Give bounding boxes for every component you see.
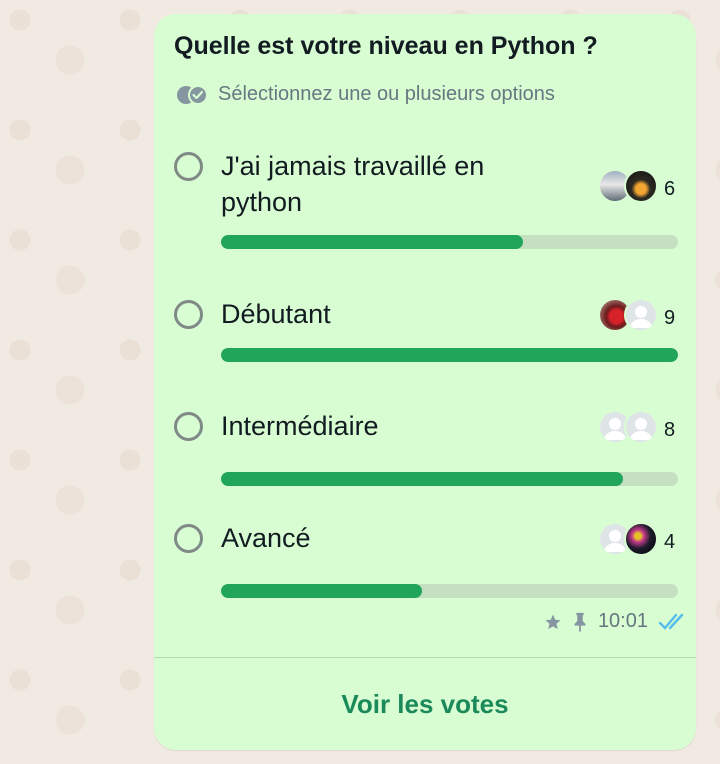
message-meta: 10:01 bbox=[544, 610, 688, 633]
pin-icon bbox=[572, 612, 588, 632]
option-radio[interactable] bbox=[174, 412, 203, 441]
double-check-circle-icon bbox=[176, 84, 210, 105]
option-label: Avancé bbox=[221, 523, 311, 553]
option-label: Débutant bbox=[221, 299, 331, 329]
option-progress-track bbox=[221, 348, 678, 362]
option-progress-fill bbox=[221, 235, 523, 249]
voter-avatars bbox=[598, 522, 660, 556]
option-vote-count: 4 bbox=[664, 531, 676, 553]
voter-avatars bbox=[598, 410, 660, 444]
voter-avatars bbox=[598, 298, 660, 332]
option-vote-count: 8 bbox=[664, 419, 676, 441]
option-radio[interactable] bbox=[174, 300, 203, 329]
avatar bbox=[624, 169, 658, 203]
voter-avatars bbox=[598, 169, 660, 203]
option-progress-fill bbox=[221, 584, 423, 598]
poll-message-bubble: Quelle est votre niveau en Python ? Séle… bbox=[154, 14, 696, 750]
option-radio[interactable] bbox=[174, 524, 203, 553]
poll-option-1[interactable]: J'ai jamais travaillé en python 6 bbox=[154, 144, 696, 249]
option-vote-count: 6 bbox=[664, 178, 676, 200]
poll-subtitle-row: Sélectionnez une ou plusieurs options bbox=[176, 83, 555, 106]
poll-option-3[interactable]: Intermédiaire 8 bbox=[154, 408, 696, 508]
avatar bbox=[624, 522, 658, 556]
option-progress-fill bbox=[221, 348, 678, 362]
option-vote-count: 9 bbox=[664, 307, 676, 329]
avatar bbox=[624, 298, 658, 332]
option-radio[interactable] bbox=[174, 152, 203, 181]
option-progress-track bbox=[221, 584, 678, 598]
option-label: J'ai jamais travaillé en python bbox=[221, 151, 485, 217]
star-icon bbox=[544, 613, 562, 631]
option-progress-track bbox=[221, 235, 678, 249]
poll-option-4[interactable]: Avancé 4 bbox=[154, 520, 696, 620]
option-progress-track bbox=[221, 472, 678, 486]
option-progress-fill bbox=[221, 472, 624, 486]
message-time: 10:01 bbox=[597, 610, 648, 632]
poll-question: Quelle est votre niveau en Python ? bbox=[174, 32, 598, 60]
poll-subtitle-text: Sélectionnez une ou plusieurs options bbox=[218, 83, 555, 105]
avatar bbox=[624, 410, 658, 444]
double-check-read-icon bbox=[658, 612, 688, 632]
poll-option-2[interactable]: Débutant 9 bbox=[154, 296, 696, 396]
view-votes-button[interactable]: Voir les votes bbox=[154, 658, 696, 750]
option-label: Intermédiaire bbox=[221, 411, 379, 441]
